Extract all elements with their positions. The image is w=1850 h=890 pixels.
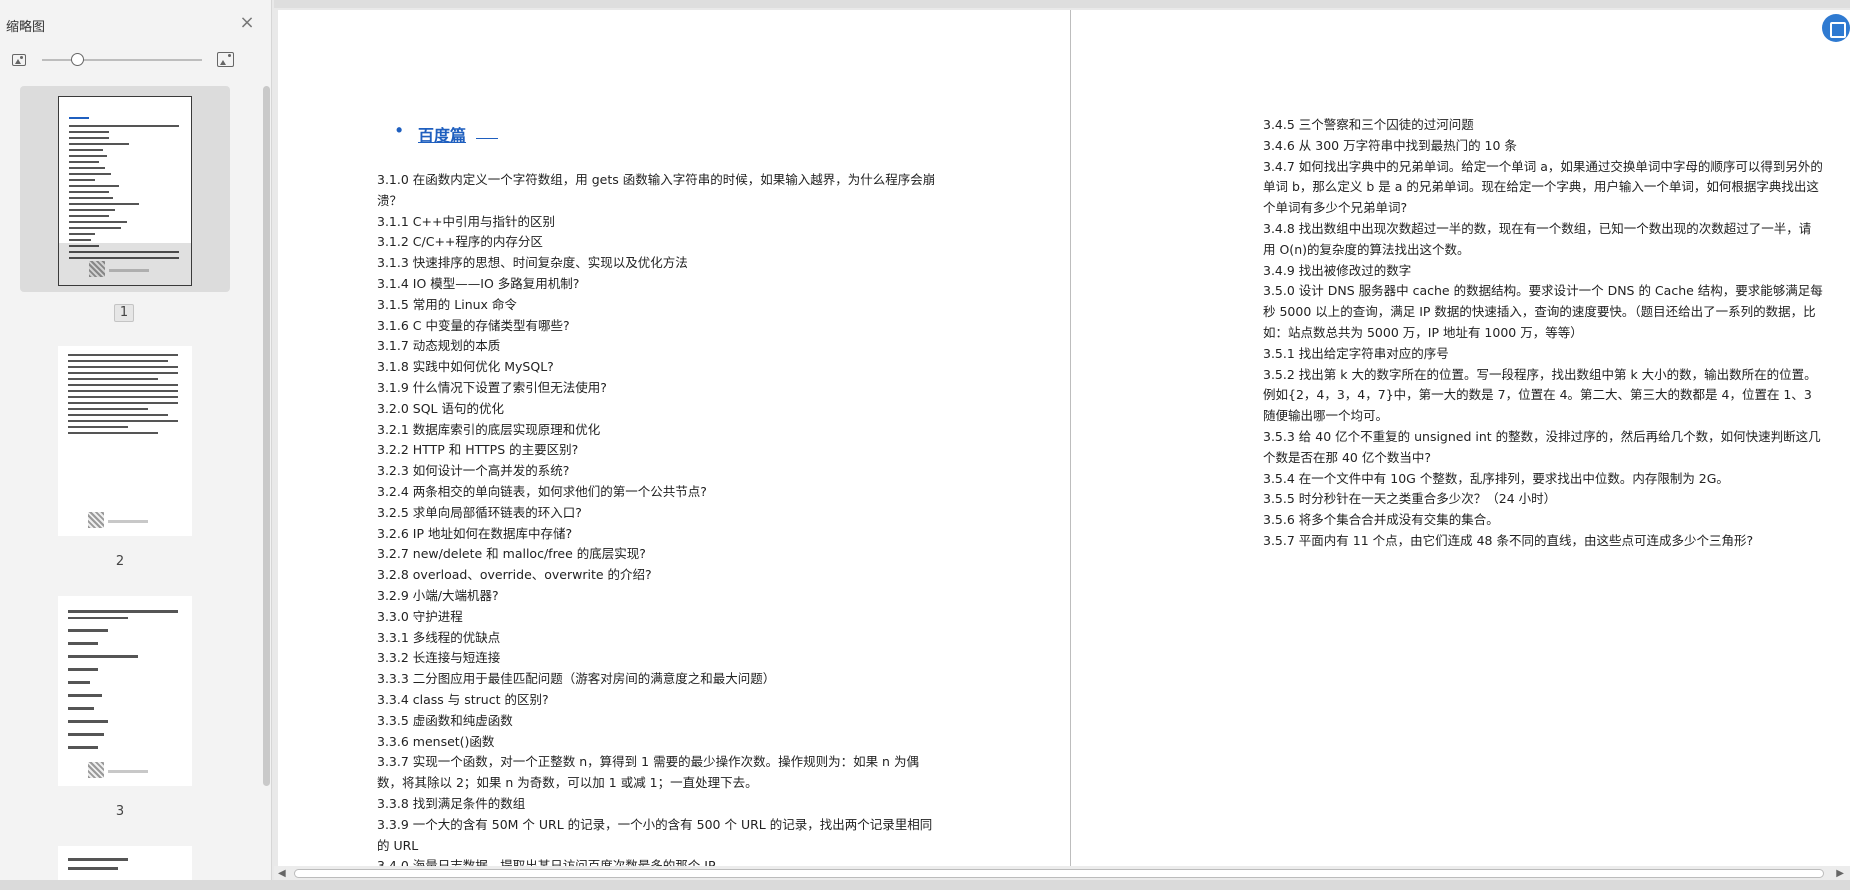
question-left-item: 3.2.8 overload、override、overwrite 的介绍? (377, 567, 652, 583)
question-right-item: 3.5.2 找出第 k 大的数字所在的位置。写一段程序，找出数组中第 k 大小的… (1263, 366, 1817, 424)
horizontal-scrollbar[interactable]: ◀ ▶ (274, 866, 1850, 880)
question-left-item: 3.2.2 HTTP 和 HTTPS 的主要区别? (377, 442, 579, 458)
question-right-item: 3.4.5 三个警察和三个囚徒的过河问题 (1263, 117, 1474, 132)
zoom-in-image-icon[interactable] (217, 52, 234, 67)
question-list-right: 3.4.5 三个警察和三个囚徒的过河问题 3.4.6 从 300 万字符串中找到最… (1263, 115, 1823, 552)
zoom-slider-handle[interactable] (71, 53, 84, 66)
question-left-item: 3.3.3 二分图应用于最佳匹配问题（游客对房间的满意度之和最大问题） (377, 671, 776, 687)
question-left-item: 3.2.1 数据库索引的底层实现原理和优化 (377, 421, 601, 437)
question-left-item: 3.2.6 IP 地址如何在数据库中存储? (377, 525, 573, 541)
question-right-item: 3.5.3 给 40 亿个不重复的 unsigned int 的整数，没排过序的… (1263, 428, 1821, 465)
floating-tool-button[interactable] (1822, 14, 1850, 42)
question-left-item: 3.3.5 虚函数和纯虚函数 (377, 712, 513, 728)
thumbnail-page-3[interactable] (20, 586, 230, 792)
question-right-item: 3.5.6 将多个集合合并成没有交集的集合。 (1263, 512, 1499, 528)
thumbnail-zoom-slider[interactable] (42, 59, 202, 61)
thumbnail-preview (58, 596, 192, 786)
question-right-item: 3.4.7 如何找出字典中的兄弟单词。给定一个单词 a，如果通过交换单词中字母的… (1263, 158, 1823, 216)
sidebar-title: 缩略图 (6, 20, 46, 35)
question-left-item: 3.3.9 一个大的含有 50M 个 URL 的记录，一个小的含有 500 个 … (377, 816, 933, 853)
sidebar-scrollbar[interactable] (263, 86, 270, 786)
document-page-right: 3.4.5 三个警察和三个囚徒的过河问题 3.4.6 从 300 万字符串中找到最… (1070, 10, 1850, 870)
scroll-left-arrow-icon[interactable]: ◀ (278, 868, 286, 879)
status-strip (0, 880, 1850, 890)
question-left-item: 3.3.0 守护进程 (377, 608, 463, 624)
question-left-item: 3.2.0 SQL 语句的优化 (377, 400, 504, 416)
question-left-item: 3.3.2 长连接与短连接 (377, 650, 501, 666)
question-left-item: 3.3.6 menset()函数 (377, 733, 495, 749)
question-left-item: 3.2.9 小端/大端机器? (377, 587, 499, 603)
close-icon[interactable]: × (238, 14, 256, 32)
question-left-item: 3.1.5 常用的 Linux 命令 (377, 296, 517, 312)
thumbnail-preview (58, 346, 192, 536)
document-view: 百度篇 3.1.0 在函数内定义一个字符数组，用 gets 函数输入字符串的时候… (274, 0, 1850, 890)
question-right-item: 3.5.4 在一个文件中有 10G 个整数，乱序排列，要求找出中位数。内存限制为… (1263, 470, 1729, 486)
document-page-left: 百度篇 3.1.0 在函数内定义一个字符数组，用 gets 函数输入字符串的时候… (278, 10, 1072, 870)
question-right-item: 3.5.1 找出给定字符串对应的序号 (1263, 345, 1449, 361)
question-left-item: 3.1.4 IO 模型——IO 多路复用机制? (377, 275, 580, 291)
horizontal-scroll-thumb[interactable] (294, 869, 1824, 878)
question-list-left: 3.1.0 在函数内定义一个字符数组，用 gets 函数输入字符串的时候，如果输… (377, 170, 937, 870)
question-left-item: 3.2.7 new/delete 和 malloc/free 的底层实现? (377, 546, 646, 562)
page-top-edge (274, 0, 1850, 8)
title-underline (476, 138, 498, 139)
question-right-item: 3.4.8 找出数组中出现次数超过一半的数，现在有一个数组，已知一个数出现的次数… (1263, 220, 1812, 257)
thumbnail-page-2[interactable] (20, 336, 230, 542)
page-number-1: 1 (114, 304, 134, 322)
question-right-item: 3.5.7 平面内有 11 个点，由它们连成 48 条不同的直线，由这些点可连成… (1263, 532, 1754, 548)
question-left-item: 3.2.4 两条相交的单向链表，如何求他们的第一个公共节点? (377, 483, 707, 499)
zoom-out-image-icon[interactable] (12, 54, 26, 66)
question-left-item: 3.1.8 实践中如何优化 MySQL? (377, 359, 554, 375)
question-left-item: 3.3.1 多线程的优缺点 (377, 629, 501, 645)
question-right-item: 3.5.0 设计 DNS 服务器中 cache 的数据结构。要求设计一个 DNS… (1263, 283, 1823, 340)
section-title[interactable]: 百度篇 (396, 120, 466, 146)
page-number-2: 2 (115, 554, 125, 569)
thumbnail-preview (58, 96, 192, 286)
scroll-right-arrow-icon[interactable]: ▶ (1836, 868, 1844, 879)
question-left-item: 3.3.7 实现一个函数，对一个正整数 n，算得到 1 需要的最少操作次数。操作… (377, 754, 919, 791)
question-left-item: 3.1.7 动态规划的本质 (377, 338, 501, 354)
question-right-item: 3.4.9 找出被修改过的数字 (1263, 262, 1412, 278)
pdf-viewer: 缩略图 × 1 2 3 • 百度篇 3.1.0 在函数内定义一个字符数组，用 g… (0, 0, 1850, 890)
thumbnail-sidebar: 缩略图 × 1 2 3 (0, 0, 272, 890)
question-left-item: 3.1.9 什么情况下设置了索引但无法使用? (377, 379, 607, 395)
question-left-item: 3.3.4 class 与 struct 的区别? (377, 691, 549, 707)
question-right-item: 3.5.5 时分秒针在一天之类重合多少次？（24 小时） (1263, 491, 1557, 507)
question-left-item: 3.1.3 快速排序的思想、时间复杂度、实现以及优化方法 (377, 255, 688, 271)
question-left-item: 3.1.1 C++中引用与指针的区别 (377, 213, 555, 229)
question-left-item: 3.3.8 找到满足条件的数组 (377, 795, 526, 811)
question-left-item: 3.2.5 求单向局部循环链表的环入口? (377, 504, 582, 520)
question-left-item: 3.1.2 C/C++程序的内存分区 (377, 234, 543, 250)
thumbnail-page-1[interactable] (20, 86, 230, 292)
question-left-item: 3.1.0 在函数内定义一个字符数组，用 gets 函数输入字符串的时候，如果输… (377, 172, 936, 208)
page-number-3: 3 (115, 804, 125, 819)
question-left-item: 3.1.6 C 中变量的存储类型有哪些? (377, 317, 570, 333)
question-left-item: 3.2.3 如何设计一个高并发的系统? (377, 463, 570, 479)
question-right-item: 3.4.6 从 300 万字符串中找到最热门的 10 条 (1263, 137, 1517, 153)
